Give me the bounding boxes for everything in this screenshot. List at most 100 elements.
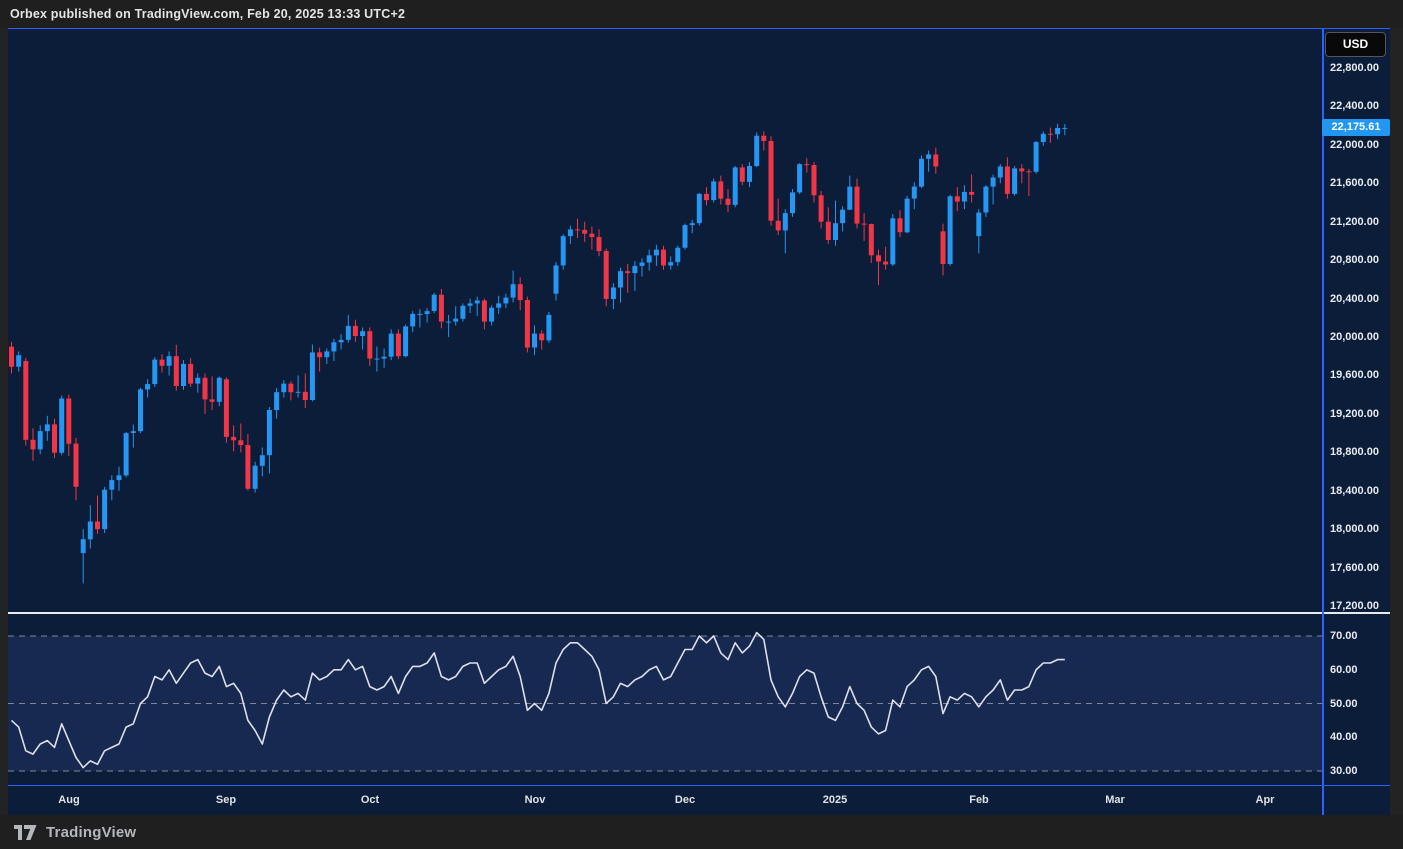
candle xyxy=(962,192,967,202)
candle xyxy=(976,213,981,237)
candle xyxy=(245,445,250,489)
rsi-axis-label: 30.00 xyxy=(1330,764,1358,778)
candle xyxy=(446,322,451,323)
candle xyxy=(683,225,688,248)
time-axis[interactable]: AugSepOctNovDec2025FebMarApr xyxy=(8,785,1390,815)
candle xyxy=(253,466,258,489)
candle xyxy=(575,229,580,230)
footer: TradingView xyxy=(0,815,1403,849)
candle xyxy=(288,384,293,393)
candle xyxy=(210,399,215,401)
candle xyxy=(339,340,344,342)
candle xyxy=(604,251,609,299)
candle xyxy=(733,167,738,205)
currency-label: USD xyxy=(1343,37,1368,51)
candle xyxy=(74,444,79,487)
candle xyxy=(238,440,243,445)
price-axis-label: 22,400.00 xyxy=(1330,99,1379,113)
candle xyxy=(991,178,996,187)
candle xyxy=(152,360,157,385)
candle xyxy=(511,284,516,297)
candle xyxy=(217,378,222,402)
candle xyxy=(769,141,774,221)
candle xyxy=(203,378,208,400)
candle xyxy=(890,218,895,264)
chart-widget: AugSepOctNovDec2025FebMarApr 22,800.0022… xyxy=(0,28,1403,815)
candle xyxy=(482,301,487,322)
candle xyxy=(346,326,351,340)
candle xyxy=(726,199,731,205)
price-axis-label: 22,000.00 xyxy=(1330,138,1379,152)
candle xyxy=(174,356,179,386)
candle xyxy=(812,165,817,195)
price-axis-label: 17,200.00 xyxy=(1330,599,1379,613)
candle xyxy=(396,334,401,357)
rsi-pane[interactable] xyxy=(8,614,1322,785)
candle xyxy=(374,359,379,360)
candle xyxy=(503,298,508,304)
candle xyxy=(453,319,458,322)
candle xyxy=(826,222,831,240)
tradingview-brand-text[interactable]: TradingView xyxy=(46,824,136,841)
candle xyxy=(898,218,903,232)
candle xyxy=(117,475,122,480)
candle xyxy=(819,195,824,221)
price-pane-candlesticks[interactable] xyxy=(8,28,1322,613)
candle xyxy=(260,455,265,466)
rsi-axis-label: 60.00 xyxy=(1330,663,1358,677)
candle xyxy=(876,255,881,261)
last-price-label: 22,175.61 xyxy=(1322,119,1390,136)
price-axis-label: 20,400.00 xyxy=(1330,292,1379,306)
candle xyxy=(697,194,702,223)
candle xyxy=(16,355,21,367)
candle xyxy=(640,263,645,266)
candle xyxy=(747,166,752,182)
candle xyxy=(403,326,408,356)
candle xyxy=(919,159,924,187)
candle xyxy=(941,231,946,264)
candle xyxy=(761,136,766,141)
candle xyxy=(1019,168,1024,171)
candle xyxy=(675,248,680,262)
time-axis-label: Oct xyxy=(361,786,379,815)
candle xyxy=(539,334,544,341)
candle xyxy=(160,360,165,366)
candle xyxy=(317,352,322,357)
candle xyxy=(38,431,43,449)
price-axis-label: 21,600.00 xyxy=(1330,176,1379,190)
candle xyxy=(797,164,802,192)
candle xyxy=(998,167,1003,178)
candle xyxy=(167,356,172,366)
candle xyxy=(324,351,329,357)
candle xyxy=(432,295,437,311)
time-axis-label: Nov xyxy=(525,786,546,815)
candle xyxy=(496,303,501,307)
tradingview-logo-icon[interactable] xyxy=(14,825,37,840)
candle xyxy=(905,199,910,233)
candle xyxy=(833,223,838,240)
candle xyxy=(1048,134,1053,135)
candle xyxy=(303,392,308,400)
pane-separator[interactable] xyxy=(8,612,1390,614)
candle xyxy=(855,187,860,224)
candle xyxy=(45,424,50,431)
publisher-text: Orbex published on TradingView.com, Feb … xyxy=(10,7,405,21)
time-axis-label: Feb xyxy=(969,786,989,815)
candle xyxy=(468,303,473,305)
candle xyxy=(525,300,530,348)
candle xyxy=(1034,142,1039,172)
chart-top-border xyxy=(8,28,1390,29)
candle xyxy=(224,379,229,437)
candle xyxy=(439,295,444,322)
left-gutter xyxy=(0,28,8,815)
candle xyxy=(31,440,36,450)
currency-button[interactable]: USD xyxy=(1325,32,1386,57)
candle xyxy=(124,433,129,475)
candle xyxy=(460,306,465,319)
price-axis-border xyxy=(1322,28,1324,815)
candle xyxy=(138,389,143,431)
candle xyxy=(52,424,57,452)
candle xyxy=(274,392,279,410)
candle xyxy=(367,331,372,358)
price-axis-label: 20,800.00 xyxy=(1330,253,1379,267)
